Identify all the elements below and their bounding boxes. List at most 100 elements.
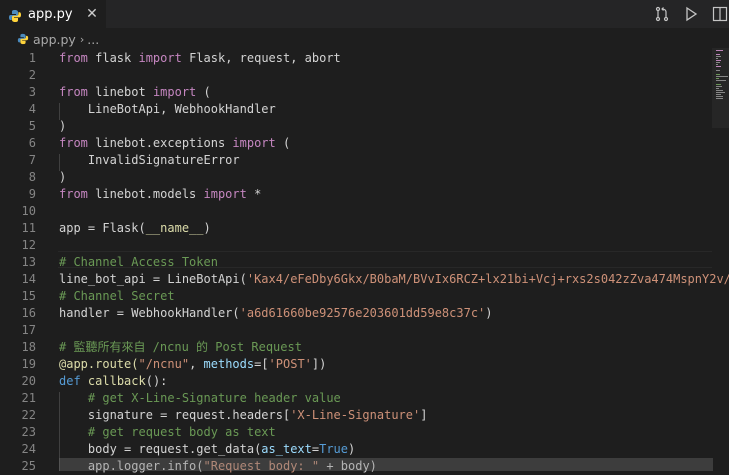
- code-line[interactable]: 20 def callback():: [0, 373, 712, 390]
- line-number: 7: [28, 153, 36, 167]
- code-token: app = Flask(: [59, 221, 146, 235]
- vertical-scrollbar[interactable]: [712, 48, 729, 128]
- line-number: 17: [21, 323, 36, 337]
- code-token: ():: [145, 374, 168, 388]
- code-token: ): [203, 221, 211, 235]
- code-token: ): [59, 119, 67, 133]
- code-token: True: [319, 442, 349, 456]
- code-line[interactable]: 15 # Channel Secret: [0, 288, 712, 305]
- line-number: 1: [28, 51, 36, 65]
- code-text: @app.route("/ncnu", methods=['POST']): [59, 356, 326, 373]
- open-changes-icon[interactable]: [653, 5, 671, 23]
- code-token: LineBotApi, WebhookHandler: [59, 102, 276, 116]
- code-text: # 監聽所有來自 /ncnu 的 Post Request: [59, 339, 302, 356]
- code-line[interactable]: 23 # get request body as text: [0, 424, 712, 441]
- code-token: InvalidSignatureError: [59, 153, 240, 167]
- code-token: ): [348, 442, 356, 456]
- code-token: # get request body as text: [87, 425, 276, 439]
- line-number: 25: [21, 459, 36, 473]
- code-line[interactable]: 11 app = Flask(__name__): [0, 220, 712, 237]
- code-line[interactable]: 9 from linebot.models import *: [0, 186, 712, 203]
- breadcrumb: app.py › ...: [0, 28, 729, 50]
- code-line[interactable]: 13 # Channel Access Token: [0, 254, 712, 271]
- code-token: from: [59, 187, 88, 201]
- line-number: 14: [21, 272, 36, 286]
- code-line[interactable]: 24 body = request.get_data(as_text=True): [0, 441, 712, 458]
- python-file-icon: [8, 8, 22, 22]
- code-token: __name__: [145, 221, 204, 235]
- code-line[interactable]: 10: [0, 203, 712, 220]
- line-number: 10: [21, 204, 36, 218]
- code-text: ): [59, 169, 66, 186]
- code-token: 'Kax4/eFeDby6Gkx/B0baM/BVvIx6RCZ+lx21bi+…: [246, 272, 729, 286]
- line-number: 22: [21, 408, 36, 422]
- code-token: # 監聽所有來自 /ncnu 的 Post Request: [59, 340, 302, 354]
- code-text: signature = request.headers['X-Line-Sign…: [59, 407, 428, 424]
- editor-actions: [653, 5, 729, 23]
- code-line[interactable]: 17: [0, 322, 712, 339]
- split-editor-icon[interactable]: [711, 5, 729, 23]
- line-number: 9: [28, 187, 36, 201]
- code-line[interactable]: 1 from flask import Flask, request, abort: [0, 50, 712, 67]
- code-line[interactable]: 6 from linebot.exceptions import (: [0, 135, 712, 152]
- breadcrumb-symbols[interactable]: ...: [87, 32, 99, 47]
- line-number: 8: [28, 170, 36, 184]
- code-text: # get X-Line-Signature header value: [59, 390, 341, 407]
- code-line[interactable]: 3 from linebot import (: [0, 84, 712, 101]
- code-token: ): [59, 170, 67, 184]
- code-token: as_text: [261, 442, 312, 456]
- tab-app-py[interactable]: app.py ✕: [0, 0, 106, 28]
- tab-bar: app.py ✕: [0, 0, 729, 28]
- code-token: signature = request.headers[: [59, 408, 291, 422]
- code-line[interactable]: 8): [0, 169, 712, 186]
- code-token: =[: [254, 357, 269, 371]
- code-text: body = request.get_data(as_text=True): [59, 441, 355, 458]
- code-text: InvalidSignatureError: [59, 152, 240, 169]
- code-text: ): [59, 118, 66, 135]
- line-number: 23: [21, 425, 36, 439]
- code-text: from linebot.models import *: [59, 186, 261, 203]
- line-number: 16: [21, 306, 36, 320]
- code-text: # Channel Secret: [59, 288, 175, 305]
- run-icon[interactable]: [682, 5, 700, 23]
- line-number: 3: [28, 85, 36, 99]
- code-token: # Channel Secret: [59, 289, 175, 303]
- code-token: "/ncnu": [138, 357, 190, 371]
- code-line[interactable]: 21 # get X-Line-Signature header value: [0, 390, 712, 407]
- code-token: ]): [311, 357, 327, 371]
- code-token: *: [246, 187, 262, 201]
- code-line[interactable]: 14 line_bot_api = LineBotApi('Kax4/eFeDby…: [0, 271, 729, 288]
- code-token: flask: [87, 51, 139, 65]
- code-token: Flask, request, abort: [181, 51, 341, 65]
- code-text: # get request body as text: [59, 424, 276, 441]
- code-token: 'POST': [268, 357, 312, 371]
- code-line[interactable]: 7 InvalidSignatureError: [0, 152, 712, 169]
- code-token: (: [196, 85, 211, 99]
- code-line[interactable]: 12: [0, 237, 712, 254]
- code-token: linebot.models: [87, 187, 204, 201]
- code-line[interactable]: 18 # 監聽所有來自 /ncnu 的 Post Request: [0, 339, 712, 356]
- code-line[interactable]: 16 handler = WebhookHandler('a6d61660be92…: [0, 305, 712, 322]
- line-number: 11: [21, 221, 36, 235]
- code-line[interactable]: 19 @app.route("/ncnu", methods=['POST']): [0, 356, 712, 373]
- code-editor[interactable]: 1 from flask import Flask, request, abort…: [0, 48, 729, 473]
- breadcrumb-file[interactable]: app.py: [33, 32, 76, 47]
- code-text: from linebot import (: [59, 84, 211, 101]
- line-number: 6: [28, 136, 36, 150]
- code-line[interactable]: 4 LineBotApi, WebhookHandler: [0, 101, 712, 118]
- code-line[interactable]: 5): [0, 118, 712, 135]
- line-number: 5: [28, 119, 36, 133]
- tab-title: app.py: [28, 7, 73, 22]
- code-line[interactable]: 2: [0, 67, 712, 84]
- code-text: from linebot.exceptions import (: [59, 135, 290, 152]
- code-text: handler = WebhookHandler('a6d61660be9257…: [59, 305, 493, 322]
- code-token: callback: [87, 374, 146, 388]
- chevron-right-icon: ›: [79, 32, 85, 46]
- horizontal-scrollbar[interactable]: [59, 458, 713, 471]
- code-token: @app.route(: [59, 357, 139, 371]
- close-icon[interactable]: ✕: [84, 6, 100, 22]
- code-line[interactable]: 22 signature = request.headers['X-Line-S…: [0, 407, 712, 424]
